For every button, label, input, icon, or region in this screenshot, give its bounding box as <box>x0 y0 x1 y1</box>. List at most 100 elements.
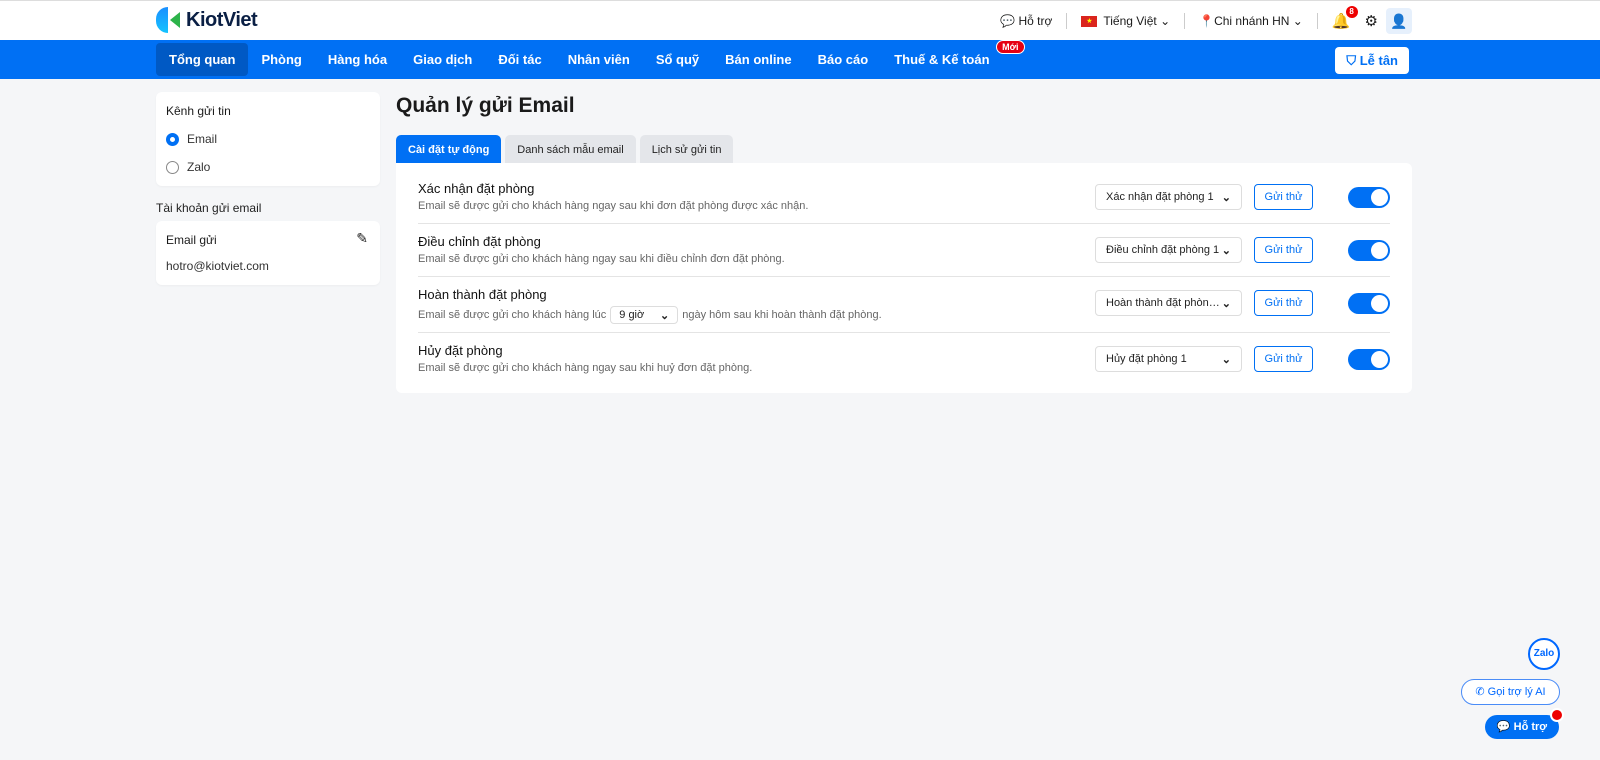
main-nav: Tổng quan Phòng Hàng hóa Giao dịch Đối t… <box>0 40 1600 79</box>
nav-goods[interactable]: Hàng hóa <box>315 43 400 76</box>
sender-card: Email gửi ✎ hotro@kiotviet.com <box>156 221 380 285</box>
hour-select[interactable]: 9 giờ ⌄ <box>610 306 679 324</box>
nav-tax-label: Thuế & Kế toán <box>894 52 990 67</box>
chevron-down-icon: ⌄ <box>1292 14 1303 28</box>
template-value: Hoàn thành đặt phòng 1 <box>1106 297 1221 309</box>
setting-row: Điều chỉnh đặt phòng Email sẽ được gửi c… <box>418 224 1390 277</box>
divider <box>1184 13 1186 29</box>
kiotviet-logo[interactable]: KiotViet <box>156 7 258 33</box>
template-select[interactable]: Điều chỉnh đặt phòng 1 ⌄ <box>1095 237 1242 263</box>
chevron-down-icon: ⌄ <box>1160 14 1171 28</box>
zalo-button[interactable]: Zalo <box>1528 638 1560 670</box>
ai-assistant-button[interactable]: ✆ Gọi trợ lý AI <box>1461 679 1560 705</box>
template-value: Điều chỉnh đặt phòng 1 <box>1106 244 1220 256</box>
send-test-button[interactable]: Gửi thử <box>1254 290 1313 316</box>
row-desc: Email sẽ được gửi cho khách hàng lúc 9 gi… <box>418 306 1390 324</box>
nav-transactions[interactable]: Giao dịch <box>400 43 485 76</box>
channel-card: Kênh gửi tin Email Zalo <box>156 92 380 186</box>
send-test-button[interactable]: Gửi thử <box>1254 237 1313 263</box>
nav-staff[interactable]: Nhân viên <box>555 43 643 76</box>
row-title: Hoàn thành đặt phòng <box>418 287 547 302</box>
enable-toggle[interactable] <box>1348 187 1390 208</box>
phone-icon: ✆ <box>1475 686 1485 698</box>
brand-name: KiotViet <box>186 8 258 31</box>
setting-row: Xác nhận đặt phòng Email sẽ được gửi cho… <box>418 171 1390 224</box>
desc-after: ngày hôm sau khi hoàn thành đặt phòng. <box>682 309 882 321</box>
chevron-down-icon: ⌄ <box>1221 297 1231 310</box>
enable-toggle[interactable] <box>1348 240 1390 261</box>
account-title: Tài khoản gửi email <box>156 201 262 215</box>
chevron-down-icon: ⌄ <box>660 309 670 322</box>
hour-value: 9 giờ <box>619 309 645 321</box>
notification-dot <box>1550 708 1564 722</box>
channel-title: Kênh gửi tin <box>166 104 231 118</box>
chevron-down-icon: ⌄ <box>1221 353 1231 366</box>
vietnam-flag-icon: ★ <box>1081 16 1098 28</box>
language-label: Tiếng Việt <box>1103 14 1157 28</box>
send-test-button[interactable]: Gửi thử <box>1254 346 1313 372</box>
new-badge: Mới <box>996 40 1025 54</box>
radio-checked-icon <box>166 132 179 146</box>
branch-select[interactable]: 📍Chi nhánh HN ⌄ <box>1199 14 1303 28</box>
nav-partners[interactable]: Đối tác <box>485 43 554 76</box>
notification-badge: 8 <box>1345 6 1358 18</box>
template-select[interactable]: Xác nhận đặt phòng 1 ⌄ <box>1095 184 1242 210</box>
nav-rooms[interactable]: Phòng <box>248 43 314 76</box>
ai-label: Gọi trợ lý AI <box>1487 686 1546 698</box>
divider <box>1316 13 1318 29</box>
template-select[interactable]: Hoàn thành đặt phòng 1 ⌄ <box>1095 290 1242 316</box>
chevron-down-icon: ⌄ <box>1221 191 1231 204</box>
reception-icon: ⛉ <box>1346 53 1357 68</box>
gear-icon[interactable]: ⚙ <box>1365 12 1378 30</box>
support-label: Hỗ trợ <box>1018 14 1053 28</box>
nav-overview[interactable]: Tổng quan <box>156 43 249 76</box>
chat-icon: 💬 <box>1496 721 1511 733</box>
pencil-edit-icon[interactable]: ✎ <box>356 230 368 247</box>
settings-panel: Xác nhận đặt phòng Email sẽ được gửi cho… <box>396 163 1412 393</box>
tab-auto-settings[interactable]: Cài đặt tự động <box>396 135 502 163</box>
setting-row: Hủy đặt phòng Email sẽ được gửi cho khác… <box>418 333 1390 386</box>
radio-unchecked-icon <box>166 160 179 174</box>
location-pin-icon: 📍 <box>1199 14 1215 28</box>
template-value: Hủy đặt phòng 1 <box>1106 353 1187 365</box>
tabs: Cài đặt tự động Danh sách mẫu email Lịch… <box>396 135 734 163</box>
chevron-down-icon: ⌄ <box>1221 244 1231 257</box>
tab-history[interactable]: Lịch sử gửi tin <box>639 135 734 163</box>
chat-icon: 💬 <box>1000 14 1016 28</box>
bell-icon[interactable]: 🔔 8 <box>1332 6 1358 30</box>
user-avatar[interactable]: 👤 <box>1386 8 1412 34</box>
enable-toggle[interactable] <box>1348 293 1390 314</box>
template-select[interactable]: Hủy đặt phòng 1 ⌄ <box>1095 346 1242 372</box>
support-link[interactable]: 💬 Hỗ trợ <box>1000 14 1052 28</box>
enable-toggle[interactable] <box>1348 349 1390 370</box>
row-title: Hủy đặt phòng <box>418 343 503 358</box>
branch-label: Chi nhánh HN <box>1214 14 1290 28</box>
support-chat-button[interactable]: 💬 Hỗ trợ <box>1485 715 1559 739</box>
nav-cashbook[interactable]: Sổ quỹ <box>643 43 712 76</box>
reception-button[interactable]: ⛉ Lễ tân <box>1335 47 1409 74</box>
sidebar: Kênh gửi tin Email Zalo Tài khoản gửi em… <box>156 92 380 285</box>
row-desc: Email sẽ được gửi cho khách hàng ngay sa… <box>418 362 753 374</box>
top-bar: KiotViet 💬 Hỗ trợ ★ Tiếng Việt ⌄ 📍Chi nhá… <box>0 0 1600 40</box>
sender-email: hotro@kiotviet.com <box>166 259 269 273</box>
reception-label: Lễ tân <box>1359 53 1398 68</box>
send-test-button[interactable]: Gửi thử <box>1254 184 1313 210</box>
setting-row: Hoàn thành đặt phòng Email sẽ được gửi c… <box>418 277 1390 333</box>
template-value: Xác nhận đặt phòng 1 <box>1106 191 1214 203</box>
radio-email[interactable]: Email <box>166 132 370 146</box>
desc-before: Email sẽ được gửi cho khách hàng lúc <box>418 309 607 321</box>
radio-label: Email <box>187 132 218 146</box>
page-title: Quản lý gửi Email <box>396 94 575 117</box>
divider <box>1066 13 1068 29</box>
nav-reports[interactable]: Báo cáo <box>805 43 882 76</box>
radio-zalo[interactable]: Zalo <box>166 160 370 174</box>
language-select[interactable]: ★ Tiếng Việt ⌄ <box>1081 14 1170 28</box>
row-title: Xác nhận đặt phòng <box>418 181 535 196</box>
row-title: Điều chỉnh đặt phòng <box>418 234 541 249</box>
nav-online-sales[interactable]: Bán online <box>712 43 804 76</box>
nav-tax-accounting[interactable]: Thuế & Kế toán Mới <box>881 40 1025 76</box>
radio-label: Zalo <box>187 160 211 174</box>
row-desc: Email sẽ được gửi cho khách hàng ngay sa… <box>418 253 785 265</box>
tab-templates[interactable]: Danh sách mẫu email <box>505 135 636 163</box>
support-chat-label: Hỗ trợ <box>1513 721 1548 733</box>
